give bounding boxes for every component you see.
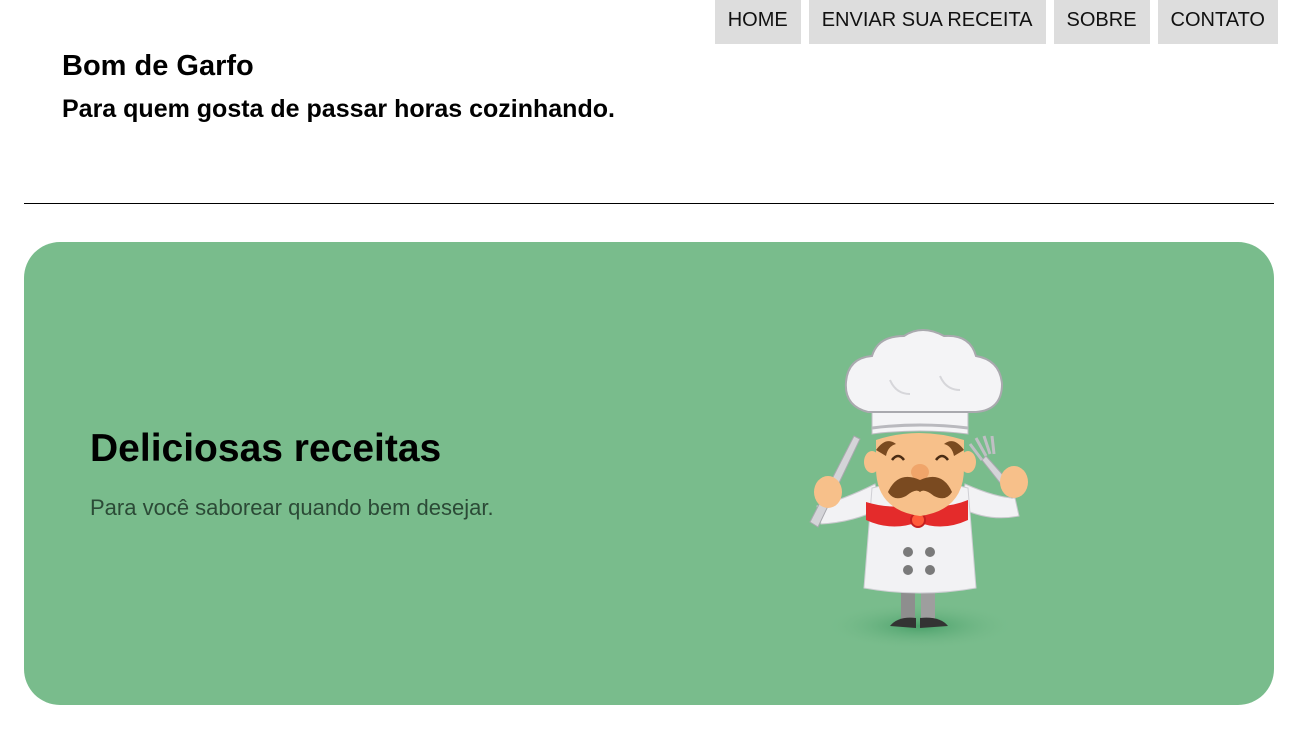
hero-text: Para você saborear quando bem desejar. (90, 495, 494, 520)
chef-illustration (809, 329, 1028, 650)
site-title: Bom de Garfo (62, 50, 254, 82)
nav-item-enviar: ENVIAR SUA RECEITA (808, 0, 1046, 44)
nav-link-enviar-receita[interactable]: ENVIAR SUA RECEITA (808, 0, 1046, 44)
nav-item-contato: CONTATO (1157, 0, 1278, 44)
header-divider (24, 203, 1274, 204)
site-tagline: Para quem gosta de passar horas cozinhan… (62, 95, 615, 123)
nav-item-home: HOME (714, 0, 801, 44)
hero-banner: Deliciosas receitas Para você saborear q… (24, 242, 1274, 705)
nav-link-home[interactable]: HOME (714, 0, 801, 44)
nav-link-sobre[interactable]: SOBRE (1053, 0, 1150, 44)
site-header: Bom de Garfo Para quem gosta de passar h… (62, 48, 615, 124)
nav-link-contato[interactable]: CONTATO (1157, 0, 1278, 44)
hero-title: Deliciosas receitas (90, 427, 442, 470)
nav-item-sobre: SOBRE (1053, 0, 1150, 44)
main-nav: HOME ENVIAR SUA RECEITA SOBRE CONTATO (714, 0, 1278, 44)
page: HOME ENVIAR SUA RECEITA SOBRE CONTATO Bo… (0, 0, 1312, 748)
